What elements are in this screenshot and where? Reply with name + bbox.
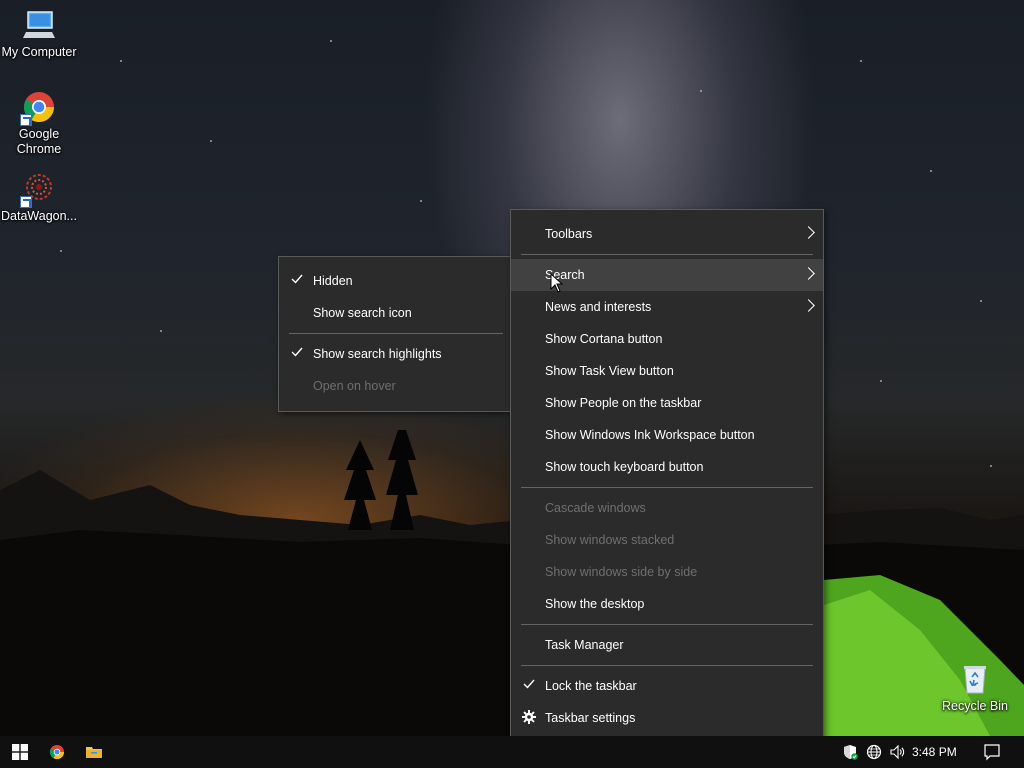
file-explorer-icon	[86, 747, 102, 758]
mouse-cursor-icon	[550, 273, 564, 293]
checkmark-icon	[523, 679, 535, 689]
desktop-icon-label: My Computer	[1, 45, 77, 59]
taskbar-file-explorer-button[interactable]	[74, 736, 114, 768]
menu-item-lock-the-taskbar[interactable]: Lock the taskbar	[511, 670, 823, 702]
menu-item-cascade-windows: Cascade windows	[545, 501, 646, 515]
desktop-icon-my-computer[interactable]: My Computer	[0, 8, 78, 60]
taskbar-clock[interactable]: 3:48 PM	[912, 745, 957, 759]
submenu-item-hidden[interactable]: Hidden	[279, 265, 513, 297]
submenu-item-show-search-highlights[interactable]: Show search highlights	[279, 338, 513, 370]
taskbar: 3:48 PM	[0, 736, 1024, 768]
desktop-icon-datawagon[interactable]: DataWagon...	[0, 172, 78, 224]
datawagon-icon	[20, 172, 56, 208]
chevron-right-icon	[802, 299, 815, 312]
menu-item-news-and-interests[interactable]: News and interests	[511, 291, 823, 323]
desktop-icon-google-chrome[interactable]: Google Chrome	[0, 90, 78, 157]
volume-icon[interactable]	[889, 744, 905, 760]
menu-item-show-people[interactable]: Show People on the taskbar	[511, 387, 823, 419]
menu-item-show-windows-side-by-side: Show windows side by side	[545, 565, 698, 579]
taskbar-chrome-button[interactable]	[37, 736, 77, 768]
menu-item-show-windows-ink[interactable]: Show Windows Ink Workspace button	[511, 419, 823, 451]
security-shield-icon[interactable]	[842, 744, 858, 760]
chrome-icon	[49, 744, 65, 760]
recycle-bin-icon	[958, 662, 992, 696]
menu-item-show-touch-keyboard[interactable]: Show touch keyboard button	[511, 451, 823, 483]
menu-item-show-task-view-button[interactable]: Show Task View button	[511, 355, 823, 387]
menu-item-show-cortana-button[interactable]: Show Cortana button	[511, 323, 823, 355]
gear-icon	[522, 710, 536, 724]
menu-separator	[521, 665, 813, 666]
checkmark-icon	[291, 347, 303, 357]
desktop-icon-label: DataWagon...	[1, 209, 77, 223]
checkmark-icon	[291, 274, 303, 284]
search-submenu: Hidden Show search icon Show search high…	[278, 256, 514, 412]
menu-separator	[289, 333, 503, 334]
menu-separator	[521, 487, 813, 488]
menu-item-toolbars[interactable]: Toolbars	[511, 218, 823, 250]
shortcut-arrow-icon	[20, 196, 32, 208]
menu-item-task-manager[interactable]: Task Manager	[511, 629, 823, 661]
computer-icon	[22, 8, 56, 42]
submenu-item-show-search-icon[interactable]: Show search icon	[279, 297, 513, 329]
chevron-right-icon	[802, 267, 815, 280]
windows-start-icon	[12, 744, 28, 760]
submenu-item-open-on-hover: Open on hover	[313, 379, 396, 393]
desktop-icon-label: Recycle Bin	[942, 699, 1008, 713]
menu-item-show-the-desktop[interactable]: Show the desktop	[511, 588, 823, 620]
action-center-icon[interactable]	[983, 743, 1001, 761]
chrome-icon	[20, 90, 56, 126]
chevron-right-icon	[802, 226, 815, 239]
menu-item-show-windows-stacked: Show windows stacked	[545, 533, 675, 547]
menu-item-taskbar-settings[interactable]: Taskbar settings	[511, 702, 823, 734]
desktop-icon-recycle-bin[interactable]: Recycle Bin	[936, 662, 1014, 714]
desktop-icon-label: Google Chrome	[16, 127, 62, 156]
menu-separator	[521, 254, 813, 255]
network-globe-icon[interactable]	[866, 744, 882, 760]
menu-separator	[521, 624, 813, 625]
shortcut-arrow-icon	[20, 114, 32, 126]
start-button[interactable]	[0, 736, 40, 768]
